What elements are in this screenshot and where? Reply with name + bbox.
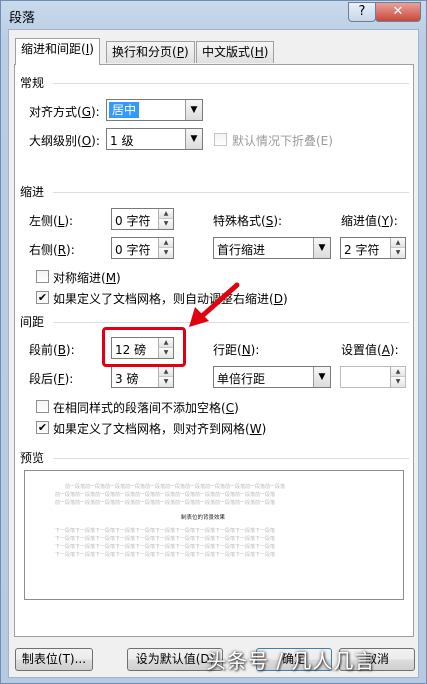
chevron-down-icon[interactable]: ▼	[313, 238, 330, 258]
section-general: 常规	[20, 76, 45, 90]
at-label: 设置值(A):	[341, 343, 399, 357]
preview-prev-line: 前一段落前一段落前一段落前一段落前一段落前一段落前一段落前一段落前一段落前一段落…	[55, 500, 276, 506]
collapse-label: 默认情况下折叠(E)	[232, 134, 333, 148]
spin-down-icon[interactable]: ▼	[158, 248, 173, 258]
no-space-label: 在相同样式的段落间不添加空格(C)	[53, 401, 239, 415]
chevron-down-icon[interactable]: ▼	[185, 100, 202, 120]
left-indent-label: 左侧(L):	[29, 214, 74, 228]
section-indentation: 缩进	[20, 185, 45, 199]
title-bar[interactable]: 段落 ? ✕	[1, 1, 426, 29]
at-spinner[interactable]: ▲ ▼	[340, 366, 406, 388]
spin-down-icon[interactable]: ▼	[158, 377, 173, 387]
spin-up-icon[interactable]: ▲	[158, 367, 173, 377]
indent-by-spinner[interactable]: 2 字符 ▲ ▼	[340, 237, 406, 259]
dialog-client: 缩进和间距(I) 换行和分页(P) 中文版式(H) 常规 对齐方式(G): 居中…	[8, 29, 419, 678]
line-spacing-select[interactable]: 单倍行距 ▼	[213, 366, 331, 388]
right-indent-label: 右侧(R):	[29, 243, 75, 257]
paragraph-dialog: 段落 ? ✕ 缩进和间距(I) 换行和分页(P) 中文版式(H) 常规 对齐方式…	[0, 0, 427, 684]
no-space-checkbox[interactable]	[36, 400, 49, 413]
spin-down-icon[interactable]: ▼	[158, 219, 173, 229]
preview-pane: 前一段落前一段落前一段落前一段落前一段落前一段落前一段落前一段落前一段落前一段落…	[24, 470, 404, 600]
red-arrow-icon	[189, 282, 240, 327]
section-spacing: 间距	[20, 315, 45, 329]
auto-adjust-label: 如果定义了文档网格，则自动调整右缩进(D)	[53, 292, 288, 306]
tab-indents-spacing[interactable]: 缩进和间距(I)	[15, 38, 100, 65]
space-after-spinner[interactable]: 3 磅 ▲ ▼	[111, 366, 174, 388]
tabs-button[interactable]: 制表位(T)...	[15, 648, 93, 671]
space-after-label: 段后(F):	[29, 372, 74, 386]
divider	[53, 83, 409, 84]
checkmark-icon: ✔	[37, 291, 48, 304]
preview-current-line: 制表位的背景效果	[181, 515, 226, 521]
alignment-label: 对齐方式(G):	[29, 105, 100, 119]
preview-prev-line: 前一段落前一段落前一段落前一段落前一段落前一段落前一段落前一段落前一段落前一段落…	[55, 492, 276, 498]
collapse-checkbox[interactable]	[214, 133, 227, 146]
mirror-indents-checkbox[interactable]	[36, 270, 49, 283]
preview-prev-line: 前一段落前一段落前一段落前一段落前一段落前一段落前一段落前一段落前一段落前一段落…	[65, 484, 286, 490]
mirror-indents-label: 对称缩进(M)	[53, 271, 121, 285]
dialog-title: 段落	[9, 11, 36, 26]
preview-next-line: 下一段落下一段落下一段落下一段落下一段落下一段落下一段落下一段落下一段落下一段落…	[55, 544, 276, 550]
divider	[53, 458, 409, 459]
preview-next-line: 下一段落下一段落下一段落下一段落下一段落下一段落下一段落下一段落下一段落下一段落…	[55, 536, 276, 542]
line-spacing-label: 行距(N):	[213, 343, 260, 357]
spin-down-icon[interactable]: ▼	[390, 248, 405, 258]
special-select[interactable]: 首行缩进 ▼	[213, 237, 331, 259]
tab-line-page-breaks[interactable]: 换行和分页(P)	[106, 41, 195, 63]
preview-next-line: 下一段落下一段落下一段落下一段落下一段落下一段落下一段落下一段落下一段落下一段落…	[55, 552, 276, 558]
divider	[53, 192, 409, 193]
special-label: 特殊格式(S):	[213, 214, 283, 228]
left-indent-spinner[interactable]: 0 字符 ▲ ▼	[111, 208, 174, 230]
tab-asian-typography[interactable]: 中文版式(H)	[196, 41, 275, 63]
alignment-select[interactable]: 居中 ▼	[106, 99, 203, 121]
outline-level-label: 大纲级别(O):	[29, 134, 100, 148]
checkmark-icon: ✔	[37, 421, 48, 434]
space-before-label: 段前(B):	[29, 343, 75, 357]
help-button[interactable]: ?	[348, 2, 376, 22]
highlight-box	[102, 327, 186, 367]
indent-by-label: 缩进值(Y):	[341, 214, 398, 228]
chevron-down-icon[interactable]: ▼	[185, 129, 202, 149]
close-button[interactable]: ✕	[375, 2, 421, 22]
snap-grid-label: 如果定义了文档网格，则对齐到网格(W)	[53, 422, 267, 436]
auto-adjust-checkbox[interactable]: ✔	[36, 291, 49, 304]
spin-up-icon[interactable]: ▲	[158, 209, 173, 219]
spin-up-icon[interactable]: ▲	[158, 238, 173, 248]
spin-down-icon[interactable]: ▼	[390, 377, 405, 387]
snap-grid-checkbox[interactable]: ✔	[36, 421, 49, 434]
spin-up-icon[interactable]: ▲	[390, 367, 405, 377]
preview-next-line: 下一段落下一段落下一段落下一段落下一段落下一段落下一段落下一段落下一段落下一段落…	[55, 528, 276, 534]
watermark: 头条号 / 几人几言	[206, 649, 376, 673]
spin-up-icon[interactable]: ▲	[390, 238, 405, 248]
right-indent-spinner[interactable]: 0 字符 ▲ ▼	[111, 237, 174, 259]
chevron-down-icon[interactable]: ▼	[313, 367, 330, 387]
section-preview: 预览	[20, 451, 45, 465]
outline-level-select[interactable]: 1 级 ▼	[106, 128, 203, 150]
